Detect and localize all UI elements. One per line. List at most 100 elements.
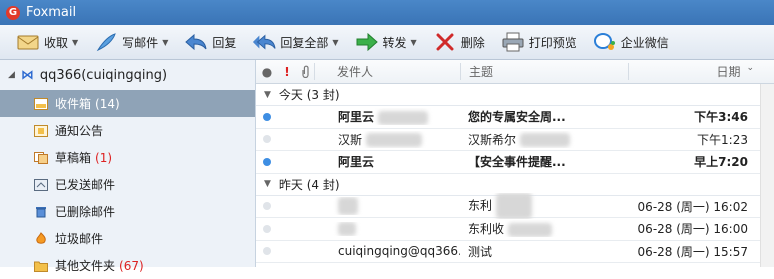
message-from: 阿里云	[338, 155, 375, 170]
inbox-icon	[33, 97, 49, 111]
message-subject: 东利收	[460, 220, 628, 237]
delete-button[interactable]: 删除	[427, 28, 491, 56]
printer-icon	[501, 31, 525, 53]
redacted-blur	[495, 193, 532, 220]
folder-inbox[interactable]: 收件箱 (14)	[0, 90, 255, 117]
message-subject: 【安全事件提醒...	[468, 155, 566, 170]
message-from	[314, 197, 460, 216]
unread-dot-icon[interactable]	[263, 157, 271, 166]
read-status-cell	[256, 202, 278, 211]
message-subject: 您的专属安全周...	[468, 110, 566, 125]
feather-pen-icon	[94, 31, 118, 53]
message-date: 下午1:23	[697, 132, 748, 147]
read-status-cell	[256, 112, 278, 121]
group-today[interactable]: ▼ 今天 (3 封)	[256, 84, 774, 106]
delete-x-icon	[433, 31, 457, 53]
read-dot-icon[interactable]	[263, 202, 271, 211]
forward-label: 转发	[382, 35, 407, 50]
message-from: 阿里云	[314, 108, 460, 125]
receive-dropdown-icon[interactable]: ▼	[72, 38, 78, 47]
receive-label: 收取	[44, 35, 69, 50]
folder-drafts[interactable]: 草稿箱 (1)	[0, 144, 255, 171]
message-row[interactable]: 东利 06-28 (周一) 16:02	[256, 193, 774, 220]
subject-column-header[interactable]: 主题	[460, 63, 628, 80]
redacted-blur	[338, 197, 358, 216]
message-from: cuiqingqing@qq366....	[338, 244, 460, 259]
message-date: 06-28 (周一) 15:57	[637, 244, 748, 259]
read-status-column-icon[interactable]: ●	[256, 65, 278, 79]
message-subject: 东利	[460, 193, 628, 220]
read-status-cell	[256, 135, 278, 144]
delete-label: 删除	[460, 35, 485, 50]
receive-button[interactable]: 收取 ▼	[10, 28, 84, 56]
forward-dropdown-icon[interactable]: ▼	[411, 38, 417, 47]
enterprise-wechat-button[interactable]: 企业微信	[587, 28, 675, 56]
message-row[interactable]: cuiqingqing@qq366.... 测试 06-28 (周一) 15:5…	[256, 241, 774, 263]
reply-button[interactable]: 回复	[178, 28, 242, 56]
message-row[interactable]: 阿里云 【安全事件提醒... 早上7:20	[256, 151, 774, 174]
group-label: 今天 (3 封)	[278, 88, 340, 102]
sender-name: 阿里云	[338, 110, 375, 125]
sort-chevron-icon[interactable]: ⌄	[746, 63, 754, 80]
envelope-icon	[16, 31, 40, 53]
folder-unread-count: (1)	[95, 150, 113, 165]
from-column-header[interactable]: 发件人	[314, 63, 460, 80]
folder-label: 通知公告	[55, 124, 104, 138]
reply-all-arrow-icon	[252, 31, 276, 53]
read-dot-icon[interactable]	[263, 224, 271, 233]
collapse-triangle-icon[interactable]: ◢	[8, 70, 15, 80]
message-date: 06-28 (周一) 16:00	[637, 222, 748, 237]
drafts-icon	[33, 151, 49, 165]
reply-all-dropdown-icon[interactable]: ▼	[332, 38, 338, 47]
compose-dropdown-icon[interactable]: ▼	[162, 38, 168, 47]
app-title: Foxmail	[26, 5, 77, 20]
read-dot-icon[interactable]	[263, 135, 271, 144]
account-node[interactable]: ◢ ⋈ qq366(cuiqingqing)	[0, 60, 255, 90]
folder-sent[interactable]: 已发送邮件	[0, 171, 255, 198]
print-preview-button[interactable]: 打印预览	[495, 28, 583, 56]
priority-flag-column-icon[interactable]: !	[278, 65, 296, 79]
vertical-scrollbar[interactable]	[760, 84, 774, 267]
notice-icon	[33, 124, 49, 138]
folder-sidebar: ◢ ⋈ qq366(cuiqingqing) 收件箱 (14) 通知公告 草稿箱…	[0, 60, 256, 273]
message-subject: 测试	[468, 244, 493, 259]
enterprise-wechat-label: 企业微信	[620, 35, 669, 50]
folder-label: 已删除邮件	[55, 205, 116, 219]
message-date: 早上7:20	[694, 155, 748, 170]
sent-icon	[33, 178, 49, 192]
read-dot-icon[interactable]	[263, 247, 271, 256]
reply-arrow-icon	[184, 31, 208, 53]
forward-arrow-icon	[355, 31, 379, 53]
print-preview-label: 打印预览	[528, 35, 577, 50]
mail-account-icon: ⋈	[20, 67, 34, 83]
redacted-blur	[365, 133, 422, 148]
folder-junk[interactable]: 垃圾邮件	[0, 225, 255, 252]
attachment-column-icon[interactable]	[296, 65, 314, 78]
compose-button[interactable]: 写邮件 ▼	[88, 28, 174, 56]
message-list-header: ● ! 发件人 主题 日期 ⌄	[256, 60, 774, 84]
group-collapse-icon[interactable]: ▼	[264, 90, 271, 100]
redacted-blur	[378, 110, 429, 125]
message-row[interactable]: 阿里云 您的专属安全周... 下午3:46	[256, 106, 774, 129]
message-date: 下午3:46	[694, 110, 748, 125]
folder-label: 收件箱	[55, 97, 92, 111]
folder-other[interactable]: 其他文件夹 (67)	[0, 252, 255, 279]
date-column-header[interactable]: 日期 ⌄	[628, 63, 758, 80]
folder-label: 已发送邮件	[55, 178, 116, 192]
unread-dot-icon[interactable]	[263, 112, 271, 121]
compose-label: 写邮件	[122, 35, 159, 50]
folder-deleted[interactable]: 已删除邮件	[0, 198, 255, 225]
group-collapse-icon[interactable]: ▼	[264, 179, 271, 189]
group-yesterday[interactable]: ▼ 昨天 (4 封)	[256, 174, 774, 196]
message-row[interactable]: 汉斯 汉斯希尔 下午1:23	[256, 129, 774, 151]
message-from: 汉斯	[314, 131, 460, 148]
date-column-label: 日期	[716, 65, 741, 79]
redacted-blur	[338, 222, 356, 236]
forward-button[interactable]: 转发 ▼	[349, 28, 423, 56]
folder-notices[interactable]: 通知公告	[0, 117, 255, 144]
folder-label: 草稿箱	[55, 151, 92, 165]
message-row[interactable]: 东利收 06-28 (周一) 16:00	[256, 218, 774, 241]
message-from	[314, 222, 460, 236]
reply-all-button[interactable]: 回复全部 ▼	[246, 28, 344, 56]
sender-name: 汉斯	[338, 132, 363, 147]
